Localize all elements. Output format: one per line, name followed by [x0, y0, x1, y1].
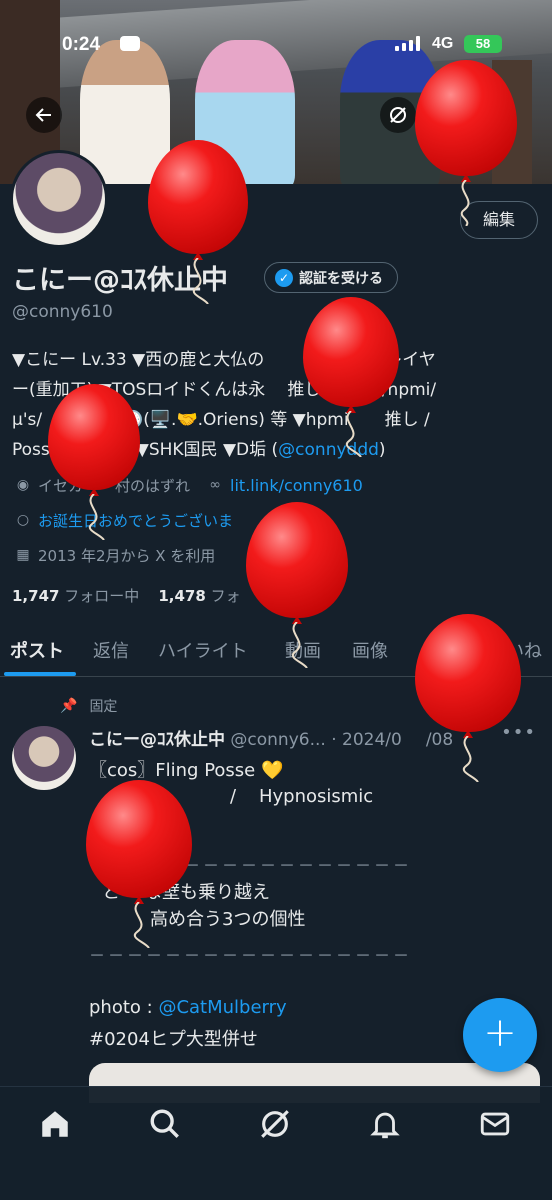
tweet-avatar[interactable]	[12, 726, 76, 790]
bio-text: μ's/	[12, 410, 43, 430]
status-time: 0:24	[62, 34, 101, 55]
location-icon: ◉	[16, 476, 30, 493]
bio-text: 推し /	[384, 410, 430, 430]
balloon-sticker	[48, 384, 140, 540]
back-arrow-icon	[35, 108, 51, 122]
follow-counts: 1,747 フォロー中 1,478 フォ	[12, 585, 241, 606]
compose-post-button[interactable]: +	[463, 998, 537, 1072]
tweet-date: /08	[425, 730, 454, 750]
tab-posts[interactable]: ポスト	[10, 637, 64, 663]
grok-nav-icon[interactable]	[258, 1107, 292, 1141]
tweet-header: こにー@ｺｽ休止中 @conny6... · 2024/0/08	[89, 725, 453, 750]
following-count: 1,747	[12, 587, 60, 605]
profile-joined: 2013 年2月から X を利用	[38, 547, 216, 565]
photo-credit-link[interactable]: @CatMulberry	[158, 997, 286, 1018]
balloon-sticker	[86, 780, 192, 948]
bio-text: 🕒(🖥️.🤝.Oriens) 等 ▼hpmi	[122, 410, 349, 430]
active-tab-indicator	[4, 672, 76, 676]
tweet-hashtag-link[interactable]: #0204ヒプ大型併せ	[89, 1025, 258, 1051]
photo-label: photo :	[89, 997, 159, 1018]
balloon-sticker	[415, 614, 521, 782]
profile-birthday-row: ○ お誕生日おめでとうございま	[14, 510, 233, 531]
message-indicator-icon	[120, 36, 140, 51]
bio-text: )	[378, 440, 386, 460]
profile-avatar[interactable]	[10, 150, 108, 248]
tweet-author[interactable]: こにー@ｺｽ休止中	[89, 730, 225, 750]
tab-highlights[interactable]: ハイライト	[158, 637, 248, 663]
balloon-icon: ○	[16, 511, 30, 528]
pin-icon: 📌	[60, 698, 78, 714]
bio-text: ▼こにー Lv.33 ▼西の鹿と大仏の	[12, 350, 265, 370]
bio-text: Poss	[12, 440, 50, 460]
home-icon[interactable]	[38, 1107, 72, 1141]
bottom-navigation	[0, 1086, 552, 1200]
bio-text: ▼SHK国民 ▼D垢 (	[135, 440, 279, 460]
tweet-handle: @conny6...	[230, 730, 326, 750]
calendar-icon: ▦	[16, 546, 30, 563]
pinned-label: 固定	[89, 699, 118, 715]
balloon-sticker	[246, 502, 348, 668]
balloon-sticker	[303, 297, 399, 457]
link-icon: ∞	[209, 476, 221, 493]
balloon-sticker	[415, 60, 517, 226]
birthday-message[interactable]: お誕生日おめでとうございま	[38, 510, 233, 531]
followers-link[interactable]: 1,478 フォ	[158, 587, 240, 605]
mail-icon[interactable]	[478, 1107, 512, 1141]
plus-icon: +	[483, 1010, 517, 1056]
verified-badge-icon: ✓	[275, 268, 293, 287]
bell-icon[interactable]	[368, 1107, 402, 1141]
back-button[interactable]	[26, 97, 62, 133]
pinned-label-row: 📌 固定	[60, 696, 117, 716]
signal-icon	[395, 36, 421, 51]
status-bar: 0:24 4G 58	[0, 0, 552, 55]
profile-joined-row: ▦ 2013 年2月から X を利用	[14, 545, 215, 566]
bio-mention-link[interactable]: @connyddd	[278, 440, 379, 460]
get-verified-button[interactable]: ✓ 認証を受ける	[264, 262, 398, 293]
search-icon[interactable]	[148, 1107, 182, 1141]
balloon-sticker	[148, 140, 248, 304]
get-verified-label: 認証を受ける	[299, 270, 383, 287]
profile-website-link[interactable]: lit.link/conny610	[230, 476, 363, 495]
tweet-text-line: / Hypnosismic	[230, 786, 374, 807]
following-label: フォロー中	[64, 587, 140, 605]
network-type: 4G	[432, 35, 454, 52]
tweet-text-line: 高め合う3つの個性	[150, 909, 306, 930]
battery-icon: 58	[464, 35, 502, 53]
followers-label: フォ	[210, 587, 241, 605]
followers-count: 1,478	[158, 587, 206, 605]
grok-button[interactable]	[380, 97, 416, 133]
tweet-date: · 2024/0	[331, 730, 402, 750]
tweet-photo-credit-row: photo : @CatMulberry	[89, 997, 287, 1018]
tab-images[interactable]: 画像	[352, 637, 388, 663]
tab-replies[interactable]: 返信	[93, 637, 129, 663]
grok-icon	[390, 107, 406, 123]
tweet-text-line: 〖cos〗Fling Posse 💛	[89, 760, 284, 781]
following-link[interactable]: 1,747 フォロー中	[12, 587, 139, 605]
profile-handle: @conny610	[12, 302, 113, 322]
